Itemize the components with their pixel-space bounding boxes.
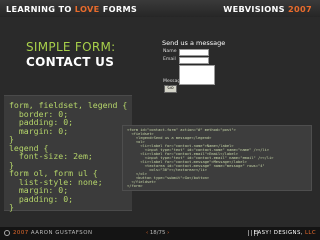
company-suffix: LLC — [305, 230, 316, 236]
event-name: WEBVISIONS 2007 — [223, 4, 312, 14]
slide-title-line1: SIMPLE FORM: — [26, 40, 116, 54]
page-indicator[interactable]: ‹ 18/75 › — [146, 230, 169, 236]
company-name: EASY! DESIGNS, — [253, 230, 306, 236]
event-year: 2007 — [288, 4, 312, 14]
copyright-logo-icon — [4, 230, 10, 236]
email-label: Email — [163, 57, 176, 62]
go-button[interactable]: Go — [164, 85, 177, 93]
css-code-block: form, fieldset, legend { border: 0; padd… — [4, 95, 132, 212]
author-credit: 2007 AARON GUSTAFSON — [13, 230, 93, 236]
email-input[interactable] — [179, 57, 209, 64]
html-code-line: </form> — [127, 184, 143, 188]
form-legend: Send us a message — [162, 39, 226, 47]
message-textarea[interactable] — [179, 65, 215, 85]
slide-title-line2: CONTACT US — [26, 55, 115, 69]
slide-footer: 2007 AARON GUSTAFSON ‹ 18/75 › EASY! DES… — [0, 227, 320, 240]
presentation-title-prefix: LEARNING TO — [6, 4, 75, 14]
presentation-title: LEARNING TO LOVE FORMS — [6, 4, 137, 14]
html-code-block: <form id="contact-form" action="#" metho… — [122, 125, 312, 191]
form-preview: Send us a message Name Email Message Go — [158, 34, 240, 94]
slide-header: LEARNING TO LOVE FORMS WEBVISIONS 2007 — [0, 0, 320, 17]
css-code-line: margin: 0; — [9, 125, 69, 136]
css-code-line: font-size: 2em; — [9, 151, 93, 161]
page-number: 18/75 — [149, 230, 166, 236]
css-code-line: padding: 0; — [9, 193, 74, 204]
name-label: Name — [163, 49, 177, 54]
author-name: AARON GUSTAFSON — [28, 230, 93, 236]
author-year: 2007 — [13, 230, 29, 236]
next-arrow-icon[interactable]: › — [165, 230, 169, 236]
presentation-title-suffix: FORMS — [99, 4, 138, 14]
css-code-line: } — [9, 202, 14, 212]
company-credit: EASY! DESIGNS, LLC — [254, 230, 316, 236]
event-name-prefix: WEBVISIONS — [223, 4, 288, 14]
slide: LEARNING TO LOVE FORMS WEBVISIONS 2007 S… — [0, 0, 320, 240]
name-input[interactable] — [179, 49, 209, 56]
presentation-title-accent: LOVE — [74, 4, 100, 14]
